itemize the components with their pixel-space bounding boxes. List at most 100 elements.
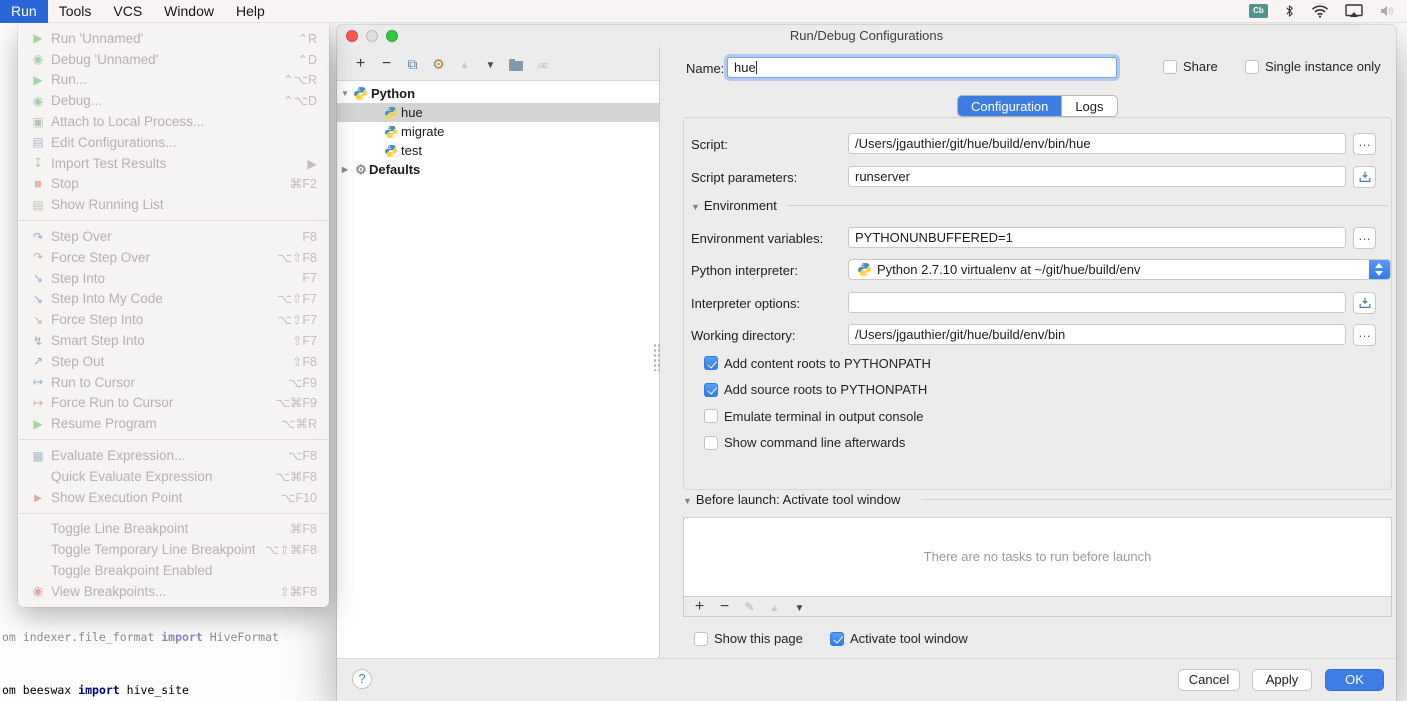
toolbar-button[interactable]: [509, 61, 523, 71]
name-input[interactable]: hue: [727, 57, 1117, 78]
menu-item[interactable]: Step Out ⇧F8: [18, 351, 329, 372]
menu-item[interactable]: Attach to Local Process...: [18, 111, 329, 132]
toolbar-button[interactable]: [767, 599, 782, 615]
menubar-item-window[interactable]: Window: [153, 0, 225, 23]
share-option[interactable]: Share: [1163, 59, 1218, 74]
chevron-down-icon[interactable]: ▼: [337, 89, 353, 98]
chevron-down-icon[interactable]: ▼: [691, 202, 700, 212]
tab-logs[interactable]: Logs: [1061, 96, 1116, 116]
show-this-page-checkbox[interactable]: [694, 632, 708, 646]
cancel-button[interactable]: Cancel: [1178, 669, 1240, 691]
dropdown-stepper[interactable]: [1369, 259, 1390, 280]
single-instance-option[interactable]: Single instance only: [1245, 59, 1381, 74]
before-launch-header[interactable]: ▼Before launch: Activate tool window: [683, 492, 900, 507]
checkbox[interactable]: [704, 436, 718, 450]
menu-item[interactable]: Show Execution Point ⌥F10: [18, 487, 329, 508]
menu-item[interactable]: Debug 'Unnamed' ⌃D: [18, 49, 329, 70]
chevron-right-icon[interactable]: ▶: [337, 165, 353, 174]
script-input[interactable]: /Users/jgauthier/git/hue/build/env/bin/h…: [848, 133, 1346, 154]
activate-tool-window-option[interactable]: Activate tool window: [830, 631, 968, 646]
menu-item[interactable]: Debug... ⌃⌥D: [18, 90, 329, 111]
tree-item-python[interactable]: ▼ Python: [337, 84, 659, 103]
tree-item-migrate[interactable]: migrate: [337, 122, 659, 141]
ok-button[interactable]: OK: [1325, 669, 1384, 691]
activate-tool-window-checkbox[interactable]: [830, 632, 844, 646]
toolbar-button[interactable]: [379, 56, 394, 72]
menu-item[interactable]: Force Step Into ⌥⇧F7: [18, 309, 329, 330]
toolbar-button[interactable]: [457, 56, 472, 72]
environment-variables-browse-button[interactable]: …: [1353, 227, 1376, 249]
menu-item[interactable]: Step Into My Code ⌥⇧F7: [18, 289, 329, 310]
menu-item[interactable]: Quick Evaluate Expression ⌥⌘F8: [18, 466, 329, 487]
close-button[interactable]: [346, 30, 358, 42]
python-interpreter-dropdown[interactable]: Python 2.7.10 virtualenv at ~/git/hue/bu…: [848, 259, 1391, 280]
working-directory-browse-button[interactable]: …: [1353, 324, 1376, 346]
menubar-item-help[interactable]: Help: [225, 0, 276, 23]
option-row[interactable]: Emulate terminal in output console: [704, 408, 931, 424]
bluetooth-icon[interactable]: [1284, 3, 1295, 19]
apply-button[interactable]: Apply: [1252, 669, 1312, 691]
zoom-button[interactable]: [386, 30, 398, 42]
cb-app-icon[interactable]: Cb: [1249, 4, 1268, 18]
environment-section-header[interactable]: ▼Environment: [691, 198, 777, 213]
toolbar-button[interactable]: [792, 599, 807, 615]
toolbar-button[interactable]: [717, 599, 732, 615]
tree-item-defaults[interactable]: ▶ ⚙ Defaults: [337, 160, 659, 179]
option-row[interactable]: Add content roots to PYTHONPATH: [704, 355, 931, 371]
script-parameters-input[interactable]: runserver: [848, 166, 1346, 187]
working-directory-input[interactable]: /Users/jgauthier/git/hue/build/env/bin: [848, 324, 1346, 345]
toolbar-button[interactable]: [742, 599, 757, 615]
single-instance-checkbox[interactable]: [1245, 60, 1259, 74]
menu-item[interactable]: Toggle Breakpoint Enabled: [18, 560, 329, 581]
share-checkbox[interactable]: [1163, 60, 1177, 74]
menu-item[interactable]: Toggle Line Breakpoint ⌘F8: [18, 519, 329, 540]
menu-item[interactable]: Step Into F7: [18, 268, 329, 289]
toolbar-button[interactable]: [534, 56, 549, 72]
before-launch-task-list[interactable]: There are no tasks to run before launch: [683, 517, 1392, 597]
checkbox[interactable]: [704, 356, 718, 370]
menu-item[interactable]: Run to Cursor ⌥F9: [18, 372, 329, 393]
display-mirroring-icon[interactable]: [1345, 4, 1363, 18]
chevron-down-icon[interactable]: ▼: [683, 496, 692, 506]
menubar-item-run[interactable]: Run: [0, 0, 48, 23]
menu-item[interactable]: Force Step Over ⌥⇧F8: [18, 247, 329, 268]
volume-icon[interactable]: [1379, 5, 1395, 17]
checkbox[interactable]: [704, 383, 718, 397]
menu-item[interactable]: Smart Step Into ⇧F7: [18, 330, 329, 351]
menu-item[interactable]: Force Run to Cursor ⌥⌘F9: [18, 393, 329, 414]
toolbar-button[interactable]: [353, 56, 368, 72]
help-button[interactable]: ?: [352, 669, 372, 689]
menu-item[interactable]: Edit Configurations...: [18, 132, 329, 153]
menu-item[interactable]: Evaluate Expression... ⌥F8: [18, 445, 329, 466]
splitter-handle[interactable]: [653, 343, 661, 371]
wifi-icon[interactable]: [1311, 5, 1329, 18]
interpreter-options-expand-button[interactable]: [1353, 292, 1376, 314]
environment-variables-input[interactable]: PYTHONUNBUFFERED=1: [848, 227, 1346, 248]
interpreter-options-input[interactable]: [848, 292, 1346, 313]
menu-item[interactable]: Run... ⌃⌥R: [18, 70, 329, 91]
menu-item[interactable]: Stop ⌘F2: [18, 174, 329, 195]
menu-item[interactable]: Resume Program ⌥⌘R: [18, 413, 329, 434]
script-browse-button[interactable]: …: [1353, 133, 1376, 155]
toolbar-button[interactable]: [692, 599, 707, 615]
tree-item-hue[interactable]: hue: [337, 103, 659, 122]
toolbar-button[interactable]: [405, 56, 420, 72]
menu-item[interactable]: Import Test Results ▶: [18, 153, 329, 174]
menu-item[interactable]: Toggle Temporary Line Breakpoint ⌥⇧⌘F8: [18, 539, 329, 560]
menu-item[interactable]: View Breakpoints... ⇧⌘F8: [18, 581, 329, 602]
toolbar-button[interactable]: [483, 56, 498, 72]
menubar-item-tools[interactable]: Tools: [48, 0, 103, 23]
menu-item[interactable]: Show Running List: [18, 194, 329, 215]
menu-item[interactable]: Step Over F8: [18, 226, 329, 247]
option-row[interactable]: Add source roots to PYTHONPATH: [704, 382, 931, 398]
dialog-titlebar[interactable]: Run/Debug Configurations: [337, 25, 1396, 47]
menubar-item-vcs[interactable]: VCS: [102, 0, 153, 23]
tab-configuration[interactable]: Configuration: [958, 96, 1061, 116]
show-this-page-option[interactable]: Show this page: [694, 631, 803, 646]
tree-item-test[interactable]: test: [337, 141, 659, 160]
script-parameters-expand-button[interactable]: [1353, 166, 1376, 188]
menu-item[interactable]: Run 'Unnamed' ⌃R: [18, 28, 329, 49]
option-row[interactable]: Show command line afterwards: [704, 435, 931, 451]
toolbar-button[interactable]: [431, 56, 446, 72]
checkbox[interactable]: [704, 409, 718, 423]
